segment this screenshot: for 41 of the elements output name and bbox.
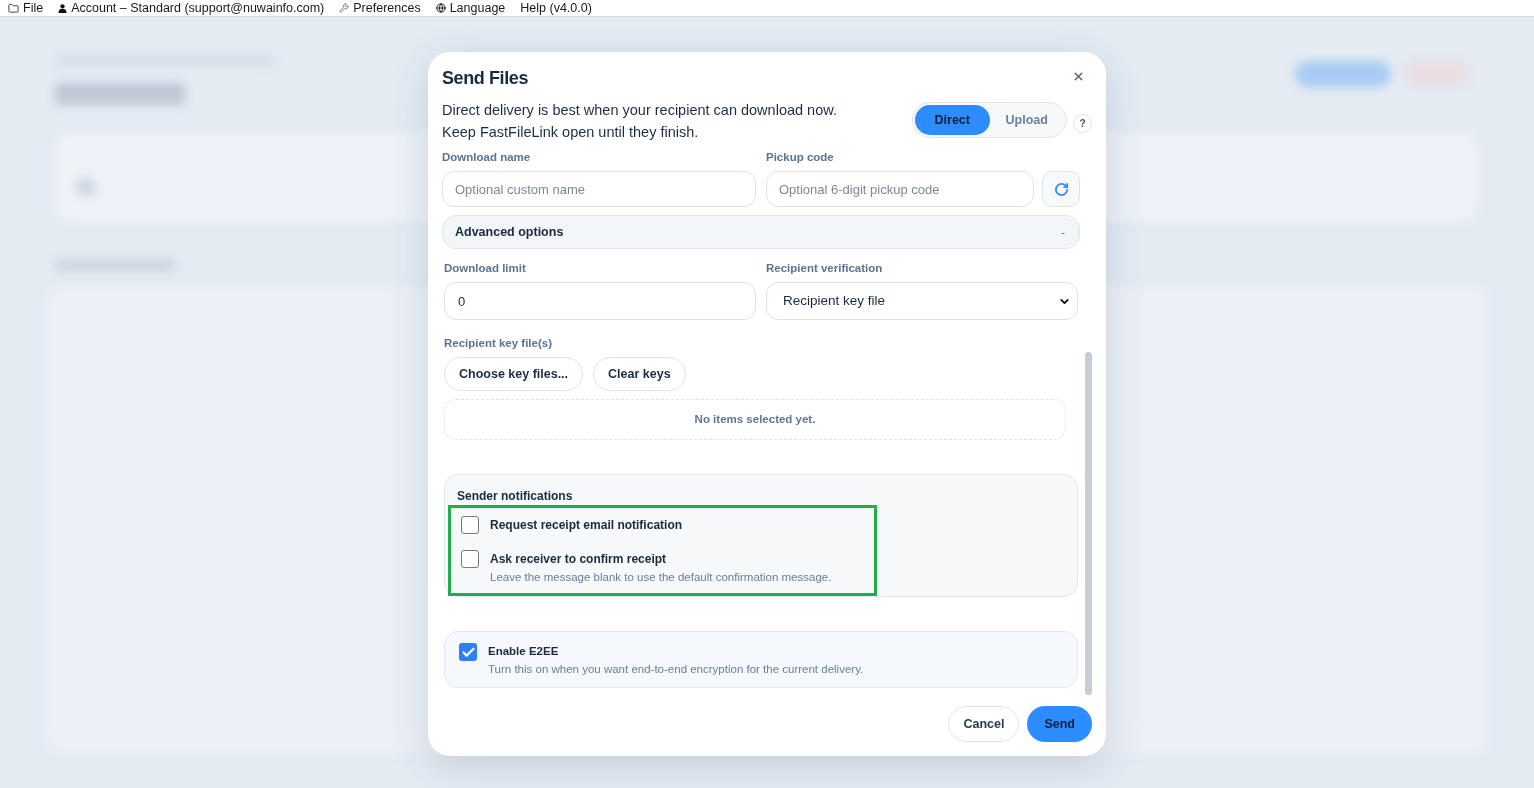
menu-item[interactable]: Help (v4.0.0) (520, 0, 592, 16)
download-name-input[interactable]: Optional custom name (442, 171, 756, 207)
option-label: Enable E2EE (488, 644, 560, 659)
option-label: Request receipt email notification (490, 517, 683, 534)
mode-tab[interactable]: Upload (989, 105, 1064, 135)
dialog-description: Direct delivery is best when your recipient can download now. Keep FastFileLink open until they finish. (442, 101, 837, 142)
key-file-button[interactable]: Clear keys (593, 357, 686, 391)
download-limit-input[interactable]: 0 (444, 282, 756, 320)
key-file-button[interactable]: Choose key files... (444, 357, 584, 391)
globe-icon (435, 3, 446, 13)
mode-tab[interactable]: Direct (915, 105, 990, 135)
field-label: Download name (442, 150, 532, 164)
option-hint: Leave the message blank to use the default confirmation message. (490, 570, 832, 584)
field-label: Download limit (444, 261, 527, 275)
advanced-options-toggle[interactable]: Advanced options - (442, 215, 1080, 249)
cancel-button[interactable]: Cancel (948, 706, 1020, 742)
field-label: Recipient key file(s) (444, 336, 553, 350)
verification-select[interactable]: Recipient key file (766, 282, 1078, 320)
checkbox[interactable] (459, 643, 477, 661)
menu-item[interactable]: File (8, 0, 44, 16)
checkbox[interactable] (461, 550, 479, 568)
send-button[interactable]: Send (1027, 706, 1092, 742)
checkbox[interactable] (461, 516, 479, 534)
folder-icon (8, 2, 19, 14)
refresh-icon (1053, 181, 1069, 197)
field-label: Pickup code (766, 150, 835, 164)
wrench-icon (339, 3, 350, 13)
section-heading: Sender notifications (457, 489, 574, 503)
menu-item[interactable]: Account – Standard (support@nuwainfo.com) (58, 0, 325, 16)
help-button[interactable]: ? (1073, 113, 1092, 133)
option-hint: Turn this on when you want end-to-end encryption for the current delivery. (488, 662, 864, 676)
menu-item[interactable]: Preferences (339, 0, 421, 16)
dialog-title: Send Files (442, 67, 529, 90)
menu-item[interactable]: Language (435, 0, 506, 16)
pickup-code-input[interactable]: Optional 6-digit pickup code (766, 171, 1034, 207)
field-label: Recipient verification (766, 261, 884, 275)
close-icon[interactable] (1072, 70, 1085, 83)
person-icon (58, 3, 68, 13)
key-file-list: No items selected yet. (444, 399, 1066, 440)
refresh-button[interactable] (1042, 171, 1080, 207)
option-label: Ask receiver to confirm receipt (490, 551, 668, 568)
